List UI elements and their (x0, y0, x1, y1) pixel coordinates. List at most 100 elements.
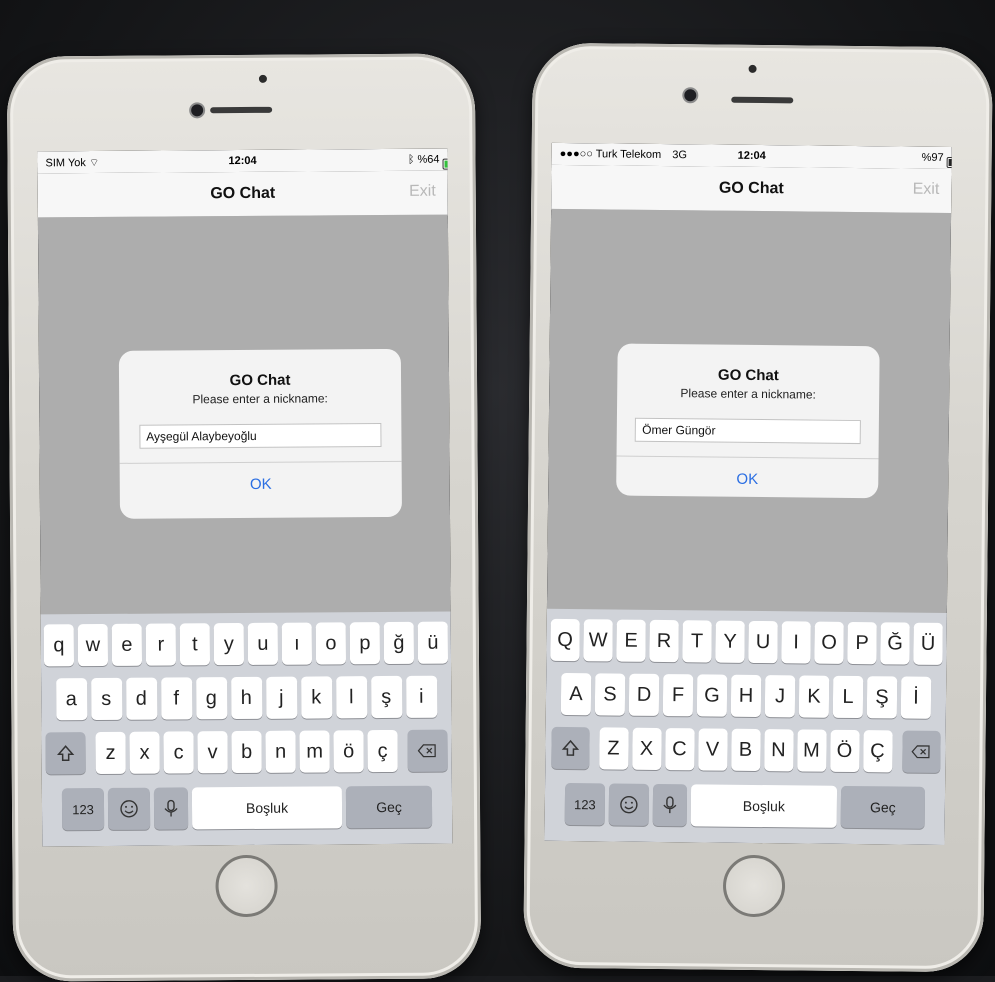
key[interactable]: i (405, 675, 437, 718)
key[interactable]: F (662, 674, 694, 717)
key[interactable]: l (335, 676, 367, 719)
key[interactable]: k (300, 676, 332, 719)
key[interactable]: g (195, 677, 227, 720)
shift-key[interactable] (550, 726, 590, 770)
key[interactable]: w (77, 623, 109, 667)
nav-title: GO Chat (210, 184, 276, 203)
dictation-key[interactable] (652, 783, 688, 827)
space-key[interactable]: Boşluk (191, 786, 343, 830)
status-carrier: ●●●○○ Turk Telekom 3G (560, 148, 687, 161)
numbers-key[interactable]: 123 (564, 782, 606, 826)
key[interactable]: s (90, 677, 122, 721)
key[interactable]: Q (550, 618, 580, 662)
key[interactable]: ö (333, 730, 364, 773)
key[interactable]: f (160, 677, 192, 720)
key[interactable]: p (349, 622, 381, 665)
nickname-input[interactable] (139, 423, 382, 449)
key[interactable]: Ö (829, 729, 860, 773)
numbers-key[interactable]: 123 (61, 787, 105, 831)
key[interactable]: Z (598, 727, 629, 770)
key[interactable]: ü (417, 621, 449, 664)
key[interactable]: z (95, 731, 126, 775)
emoji-key[interactable] (608, 783, 650, 826)
delete-key[interactable] (407, 729, 448, 772)
exit-button[interactable]: Exit (913, 181, 940, 199)
key[interactable]: ş (370, 675, 402, 719)
carrier-label: Turk Telekom (595, 148, 662, 161)
nickname-input[interactable] (635, 417, 861, 445)
key[interactable]: X (631, 727, 662, 770)
key[interactable]: Ç (862, 730, 893, 773)
key[interactable]: J (764, 675, 796, 718)
key[interactable]: ç (367, 729, 398, 773)
alert-title: GO Chat (717, 366, 779, 385)
key-row-4: 123 Boşluk Geç (42, 785, 452, 831)
key[interactable]: u (247, 622, 279, 665)
key[interactable]: K (798, 675, 830, 718)
key[interactable]: T (682, 620, 712, 663)
key[interactable]: M (796, 729, 827, 772)
front-camera (684, 89, 697, 102)
key[interactable]: S (594, 673, 626, 716)
key[interactable]: U (748, 620, 778, 664)
key[interactable]: N (763, 729, 794, 772)
key[interactable]: t (179, 623, 211, 666)
key[interactable]: b (231, 730, 262, 774)
shift-key[interactable] (45, 732, 86, 775)
home-button[interactable] (722, 854, 786, 918)
key[interactable]: Y (715, 620, 745, 663)
key[interactable]: I (781, 621, 811, 664)
key[interactable]: a (55, 678, 87, 721)
key[interactable]: B (730, 728, 761, 772)
key[interactable]: D (628, 673, 660, 716)
return-key[interactable]: Geç (345, 785, 433, 829)
ok-button[interactable]: OK (244, 475, 278, 494)
key[interactable]: V (697, 728, 728, 771)
key[interactable]: r (145, 623, 177, 666)
iphone-left: SIM Yok ⌔ 12:04 ᛒ %64 GO Chat Exit GO Ch… (6, 53, 482, 982)
key[interactable]: d (125, 677, 157, 720)
delete-key[interactable] (901, 730, 941, 773)
key[interactable]: Ü (913, 622, 943, 665)
nav-title: GO Chat (718, 179, 784, 198)
key[interactable]: W (583, 619, 613, 662)
key[interactable]: İ (900, 676, 932, 719)
space-key[interactable]: Boşluk (690, 784, 838, 828)
key[interactable]: j (265, 676, 297, 719)
key[interactable]: O (814, 621, 844, 664)
key[interactable]: A (560, 672, 592, 716)
key[interactable]: c (163, 731, 194, 774)
home-button[interactable] (215, 854, 278, 918)
key[interactable]: ı (281, 622, 313, 665)
key[interactable]: E (616, 619, 646, 662)
key[interactable]: y (213, 623, 245, 666)
return-key[interactable]: Geç (840, 785, 926, 829)
backspace-icon (910, 745, 930, 759)
microphone-icon (663, 796, 677, 814)
key[interactable]: n (265, 730, 296, 773)
key[interactable]: C (664, 728, 695, 771)
key[interactable]: x (129, 731, 160, 774)
bluetooth-icon: ᛒ (407, 153, 415, 166)
battery-icon (946, 156, 952, 169)
key[interactable]: L (832, 675, 864, 719)
key[interactable]: Ş (866, 676, 898, 719)
key[interactable]: ğ (383, 621, 415, 665)
key[interactable]: o (315, 622, 347, 665)
wifi-icon: ⌔ (88, 157, 100, 170)
key[interactable]: e (111, 623, 143, 666)
key[interactable]: R (649, 619, 679, 663)
key[interactable]: H (730, 674, 762, 718)
key[interactable]: h (230, 676, 262, 720)
ok-button[interactable]: OK (730, 470, 764, 489)
key[interactable]: q (43, 624, 75, 667)
key[interactable]: G (696, 674, 728, 717)
key[interactable]: m (299, 730, 330, 773)
exit-button[interactable]: Exit (409, 183, 436, 201)
alert-message: Please enter a nickname: (680, 386, 816, 402)
key[interactable]: v (197, 731, 228, 774)
emoji-key[interactable] (107, 787, 151, 830)
key[interactable]: Ğ (880, 622, 910, 665)
dictation-key[interactable] (153, 787, 189, 830)
key[interactable]: P (847, 621, 877, 665)
